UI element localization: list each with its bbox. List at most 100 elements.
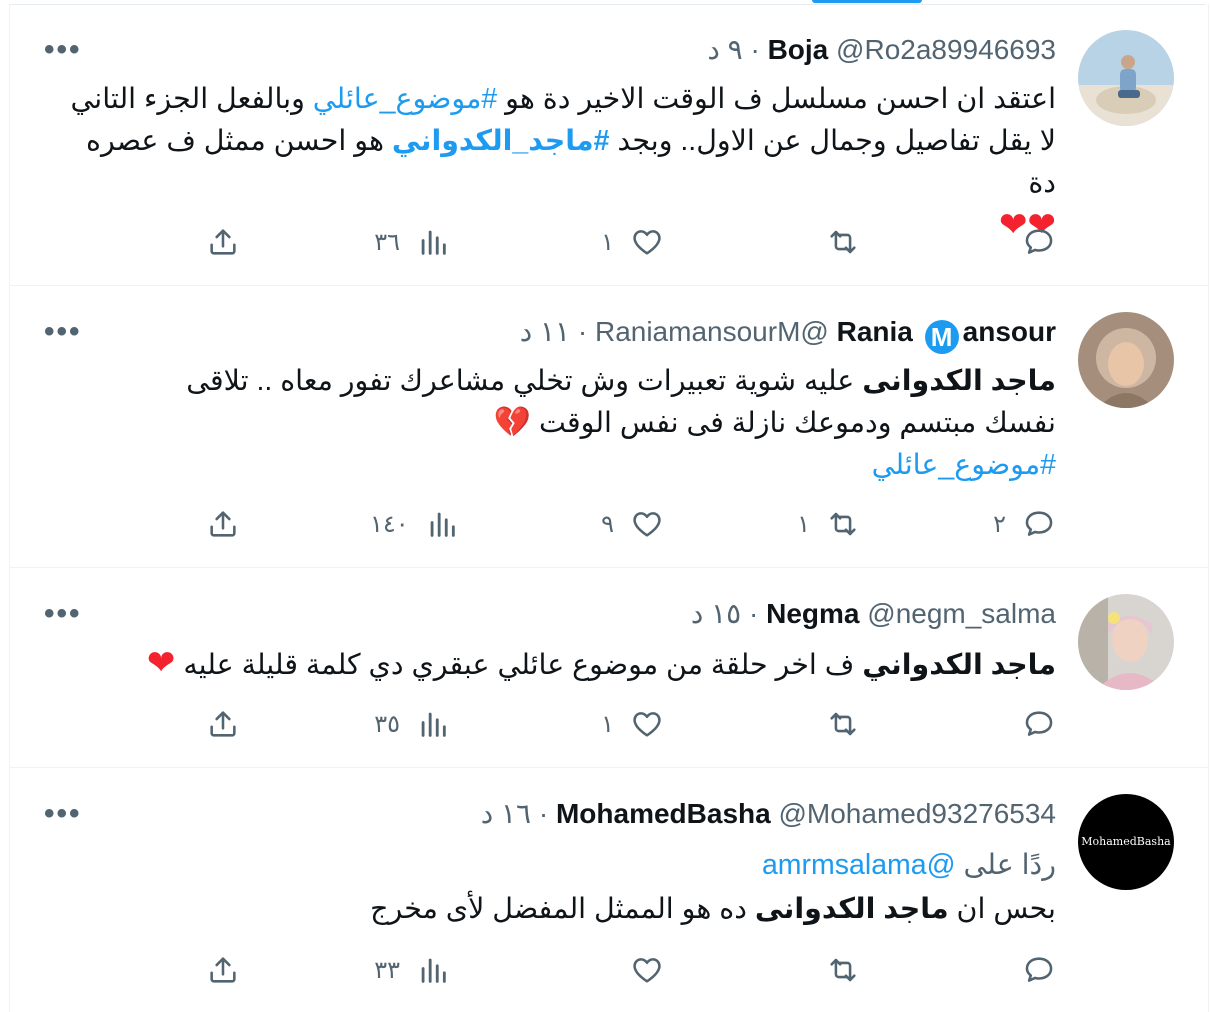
- tweet-header: Rania Mansour @RaniamansourM · ١١ د: [520, 314, 1056, 354]
- tweet[interactable]: ••• Rania Mansour @RaniamansourM · ١١ د …: [10, 286, 1208, 568]
- tweet-feed: ••• Boja @Ro2a89946693 · ٩ د اعتقد ان اح…: [9, 4, 1209, 1012]
- avatar[interactable]: [1078, 30, 1174, 126]
- tweet-text: ماجد الكدوانى عليه شوية تعبيرات وش تخلي …: [116, 360, 1056, 486]
- avatar[interactable]: [1078, 594, 1174, 690]
- user-handle[interactable]: @Ro2a89946693: [836, 34, 1056, 65]
- mention-name: ماجد الكدوانى: [754, 893, 949, 925]
- more-icon[interactable]: •••: [44, 32, 82, 68]
- share-icon: [206, 507, 240, 541]
- views-count: ١٤٠: [370, 510, 409, 538]
- tweet[interactable]: ••• Boja @Ro2a89946693 · ٩ د اعتقد ان اح…: [10, 4, 1208, 286]
- views-button[interactable]: ٣٦: [370, 222, 450, 262]
- avatar[interactable]: MohamedBasha: [1078, 794, 1174, 890]
- display-name[interactable]: Boja: [768, 34, 829, 65]
- views-count: ٣٣: [374, 956, 400, 984]
- avatar-logo-text: MohamedBasha: [1081, 835, 1171, 848]
- like-button[interactable]: ١: [584, 222, 664, 262]
- share-icon: [206, 953, 240, 987]
- tweet-actions: ١٤٠ ٩ ١ ٢: [10, 504, 1208, 544]
- timestamp[interactable]: ١٦ د: [481, 798, 531, 829]
- reply-to-label: ردًا على: [955, 849, 1057, 881]
- timestamp[interactable]: ١٥ د: [691, 598, 741, 629]
- share-icon: [206, 707, 240, 741]
- tweet-text: بحس ان ماجد الكدوانى ده هو الممثل المفضل…: [156, 888, 1056, 930]
- retweet-button[interactable]: [780, 222, 860, 262]
- avatar[interactable]: [1078, 312, 1174, 408]
- tweet-text-part: ده هو الممثل المفضل لأى مخرج: [370, 893, 755, 925]
- tweet-actions: ٣٦ ١: [10, 222, 1208, 262]
- letter-badge-icon: M: [924, 320, 959, 354]
- user-handle[interactable]: @RaniamansourM: [595, 316, 829, 347]
- hashtag-link[interactable]: #ماجد_الكدواني: [392, 125, 610, 157]
- share-button[interactable]: [206, 222, 240, 262]
- reply-icon: [1022, 225, 1056, 259]
- like-count: ١: [601, 710, 614, 738]
- tweet-header: MohamedBasha @Mohamed93276534 · ١٦ د: [481, 796, 1056, 832]
- views-icon: [416, 707, 450, 741]
- tweet-text-part: ف اخر حلقة من موضوع عائلي عبقري دي كلمة …: [175, 649, 863, 681]
- like-count: ١: [601, 228, 614, 256]
- like-button[interactable]: ٩: [584, 504, 664, 544]
- separator: ·: [749, 598, 759, 629]
- views-icon: [425, 507, 459, 541]
- tweet-header: Negma @negm_salma · ١٥ د: [691, 596, 1056, 632]
- tweet-text-part: بحس ان: [948, 893, 1056, 925]
- timestamp[interactable]: ٩ د: [707, 34, 742, 65]
- separator: ·: [538, 798, 549, 829]
- share-button[interactable]: [206, 950, 240, 990]
- views-count: ٣٦: [374, 228, 400, 256]
- timestamp[interactable]: ١١ د: [520, 316, 570, 347]
- more-icon[interactable]: •••: [44, 314, 82, 350]
- display-name[interactable]: Rania Mansour: [836, 316, 1056, 354]
- tweet-header: Boja @Ro2a89946693 · ٩ د: [707, 32, 1056, 68]
- retweet-button[interactable]: [780, 704, 860, 744]
- display-name-part: ansour: [962, 316, 1056, 347]
- tweet-text: ماجد الكدواني ف اخر حلقة من موضوع عائلي …: [56, 642, 1056, 686]
- hashtag-link[interactable]: #موضوع_عائلي: [313, 83, 497, 115]
- like-icon: [630, 707, 664, 741]
- like-icon: [630, 225, 664, 259]
- views-button[interactable]: ٣٥: [370, 704, 450, 744]
- reply-to-line: ردًا على @amrmsalama: [156, 844, 1056, 886]
- hashtag-link[interactable]: #موضوع_عائلي: [872, 449, 1056, 481]
- broken-heart-emoji: 💔: [493, 406, 532, 439]
- reply-button[interactable]: ٢: [976, 504, 1056, 544]
- tweet-actions: ٣٥ ١: [10, 704, 1208, 744]
- more-icon[interactable]: •••: [44, 796, 82, 832]
- reply-icon: [1022, 507, 1056, 541]
- display-name[interactable]: Negma: [766, 598, 859, 629]
- separator: ·: [750, 34, 760, 65]
- retweet-icon: [826, 225, 860, 259]
- reply-count: ٢: [993, 510, 1006, 538]
- retweet-icon: [826, 507, 860, 541]
- like-button[interactable]: ١: [584, 704, 664, 744]
- views-icon: [416, 225, 450, 259]
- retweet-button[interactable]: [780, 950, 860, 990]
- views-icon: [416, 953, 450, 987]
- share-button[interactable]: [206, 504, 240, 544]
- separator: ·: [577, 316, 588, 347]
- heart-emoji: ❤: [146, 644, 176, 682]
- reply-icon: [1022, 953, 1056, 987]
- like-icon: [630, 953, 664, 987]
- views-button[interactable]: ١٤٠: [370, 504, 459, 544]
- share-icon: [206, 225, 240, 259]
- reply-button[interactable]: [976, 704, 1056, 744]
- reply-to-handle[interactable]: @amrmsalama: [762, 849, 956, 881]
- display-name-part: Rania: [836, 316, 913, 347]
- user-handle[interactable]: @Mohamed93276534: [778, 798, 1056, 829]
- retweet-button[interactable]: ١: [780, 504, 860, 544]
- user-handle[interactable]: @negm_salma: [867, 598, 1056, 629]
- like-button[interactable]: [584, 950, 664, 990]
- reply-button[interactable]: [976, 950, 1056, 990]
- more-icon[interactable]: •••: [44, 596, 82, 632]
- display-name[interactable]: MohamedBasha: [556, 798, 771, 829]
- reply-icon: [1022, 707, 1056, 741]
- tweet[interactable]: ••• MohamedBasha MohamedBasha @Mohamed93…: [10, 768, 1208, 1012]
- reply-button[interactable]: [976, 222, 1056, 262]
- share-button[interactable]: [206, 704, 240, 744]
- views-button[interactable]: ٣٣: [370, 950, 450, 990]
- mention-name: ماجد الكدوانى: [862, 365, 1056, 397]
- tweet[interactable]: ••• Negma @negm_salma · ١٥ د ماجد الكدوا…: [10, 568, 1208, 768]
- retweet-count: ١: [797, 510, 810, 538]
